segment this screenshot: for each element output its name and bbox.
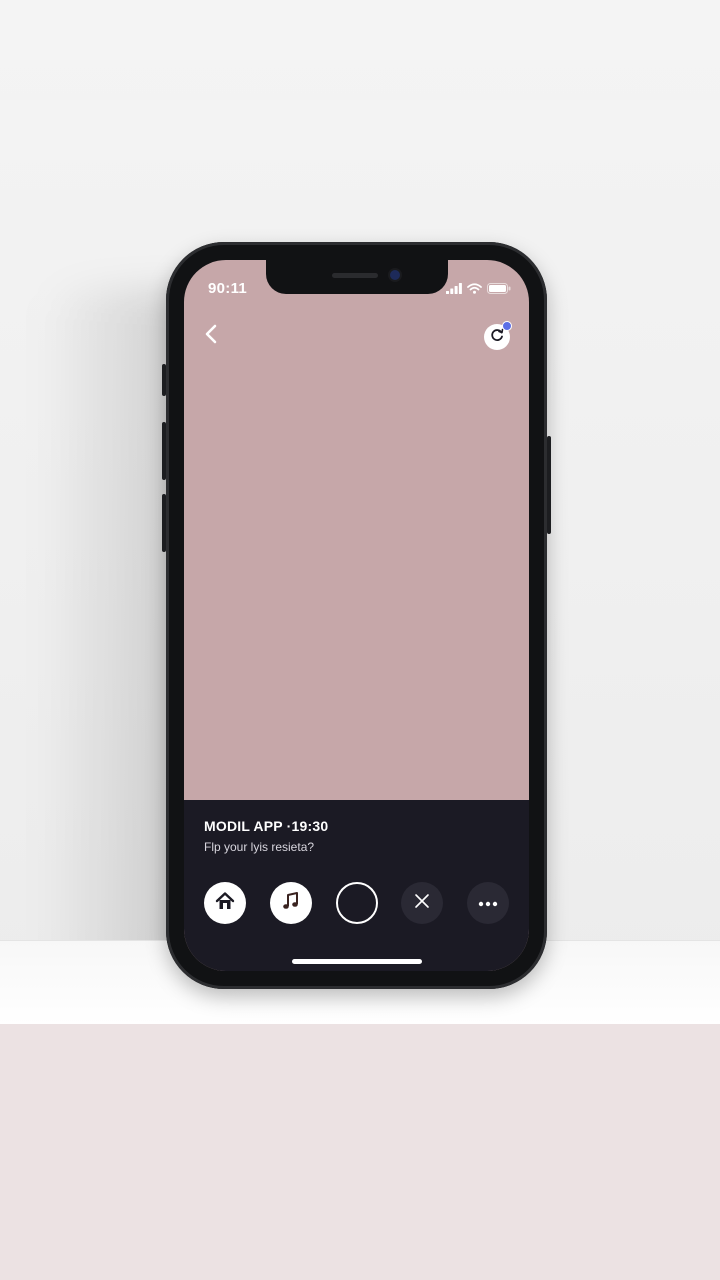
control-bar: [204, 881, 509, 925]
more-dots-icon: [478, 894, 498, 912]
home-button[interactable]: [204, 882, 246, 924]
wifi-icon: [467, 281, 482, 299]
floor-surface: [0, 1024, 720, 1280]
refresh-button[interactable]: [484, 321, 512, 350]
home-indicator[interactable]: [292, 959, 422, 964]
music-button[interactable]: [269, 882, 312, 924]
product-scene: 90:11 MODIL APP ·19:30 Flp your lyis res…: [0, 0, 720, 1280]
close-icon: [413, 892, 431, 915]
phone-screen: 90:11 MODIL APP ·19:30 Flp your lyis res…: [184, 260, 529, 971]
music-note-icon: [280, 890, 302, 917]
back-button[interactable]: [198, 322, 224, 350]
close-button[interactable]: [401, 882, 444, 924]
chevron-left-icon: [204, 323, 218, 350]
home-icon: [214, 890, 236, 917]
status-time: 90:11: [208, 280, 248, 297]
cellular-signal-icon: [446, 281, 462, 299]
battery-icon: [487, 281, 511, 299]
status-icons: [446, 281, 511, 299]
more-button[interactable]: [467, 882, 509, 924]
panel-title: MODIL APP ·19:30: [204, 818, 329, 834]
power-button: [547, 436, 551, 534]
panel-subtitle: Flp your lyis resieta?: [204, 840, 315, 854]
capture-button[interactable]: [335, 882, 378, 924]
front-camera: [390, 270, 400, 280]
volume-up-button: [162, 422, 166, 480]
notch: [266, 260, 448, 294]
bottom-panel: MODIL APP ·19:30 Flp your lyis resieta?: [184, 800, 529, 971]
volume-down-button: [162, 494, 166, 552]
phone-device: 90:11 MODIL APP ·19:30 Flp your lyis res…: [162, 242, 551, 989]
earpiece-speaker: [332, 273, 378, 278]
mute-switch: [162, 364, 166, 396]
notification-badge: [502, 321, 512, 331]
